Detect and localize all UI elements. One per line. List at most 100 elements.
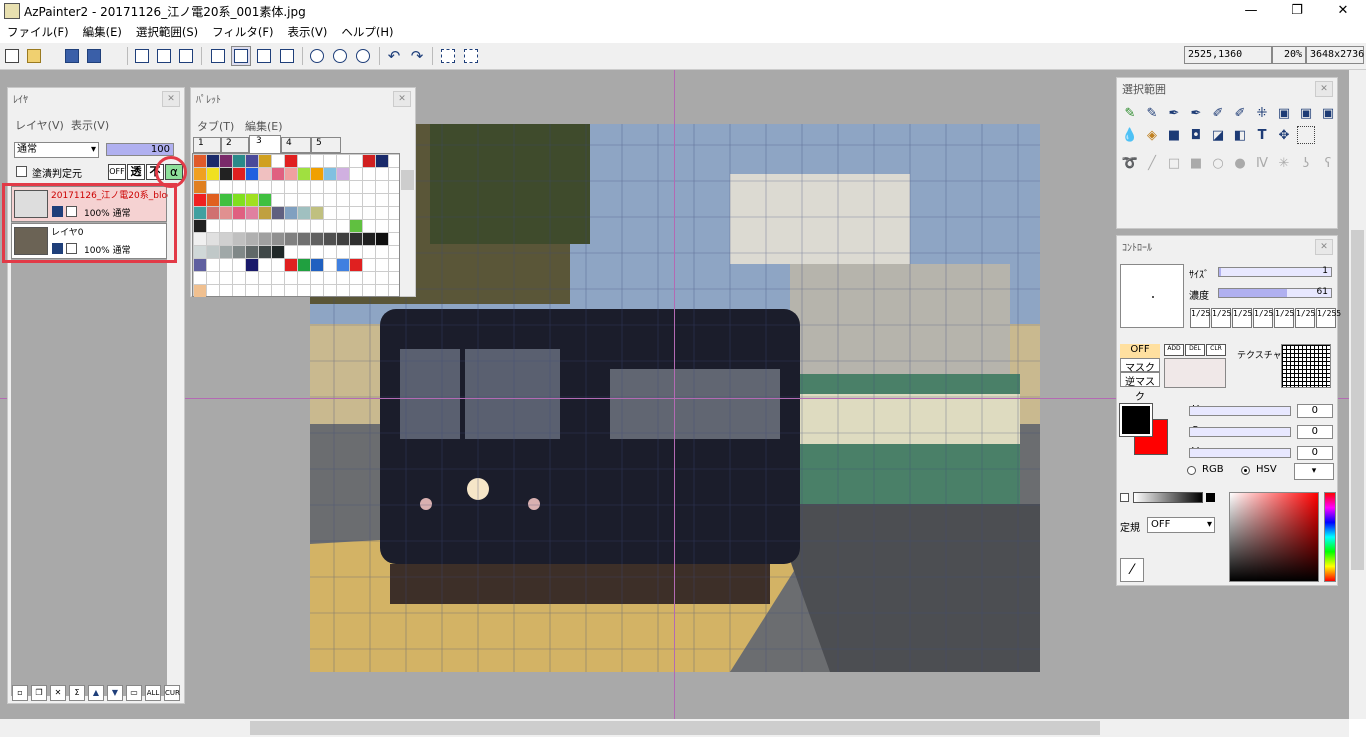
move-up-icon[interactable]: ▲ — [88, 685, 104, 701]
curve-icon[interactable]: ʕ — [1319, 154, 1337, 172]
preset-button[interactable]: 1/255 — [1232, 308, 1257, 328]
layer-menu[interactable]: レイヤ(V) — [15, 117, 64, 133]
select-all-icon[interactable] — [438, 46, 458, 66]
hue-bar[interactable] — [1324, 492, 1336, 582]
move-down-icon[interactable]: ▼ — [107, 685, 123, 701]
menu-view[interactable]: 表示(V) — [280, 22, 334, 42]
layer-copy-icon[interactable]: ▣ — [1319, 104, 1337, 122]
close-button[interactable]: ✕ — [1320, 0, 1366, 22]
fit-icon[interactable] — [277, 46, 297, 66]
burst-icon[interactable]: ✳ — [1275, 154, 1293, 172]
brush-icon[interactable]: ✒ — [1165, 104, 1183, 122]
delete-layer-icon[interactable]: ✕ — [50, 685, 66, 701]
mask-del-button[interactable]: DEL — [1185, 344, 1205, 356]
layer-panel-close-button[interactable]: ✕ — [162, 91, 180, 107]
ellipse-icon[interactable]: ○ — [1209, 154, 1227, 172]
menu-file[interactable]: ファイル(F) — [0, 22, 76, 42]
palette-edit-menu[interactable]: 編集(E) — [245, 118, 283, 134]
copy-layer-icon[interactable]: ❐ — [31, 685, 47, 701]
layer-t-icon[interactable] — [132, 46, 152, 66]
hue-slider[interactable] — [1189, 406, 1291, 416]
gradient-icon[interactable]: ◧ — [1231, 126, 1249, 144]
layer-t2-icon[interactable] — [176, 46, 196, 66]
redo-icon[interactable]: ↷ — [407, 46, 427, 66]
rgb-radio[interactable] — [1187, 466, 1196, 475]
preset-button[interactable]: 1/255 — [1190, 308, 1215, 328]
palette-tab-1[interactable]: 1 — [193, 137, 221, 153]
off-button[interactable]: OFF — [108, 164, 126, 180]
selection-panel-close-button[interactable]: ✕ — [1315, 81, 1333, 97]
grid-cross-icon[interactable] — [208, 46, 228, 66]
mask-button[interactable]: マスク — [1120, 358, 1160, 374]
minimize-button[interactable]: — — [1228, 0, 1274, 22]
pen-icon[interactable]: ✎ — [1121, 104, 1139, 122]
fill-icon[interactable]: 💧 — [1121, 126, 1139, 144]
deselect-icon[interactable] — [461, 46, 481, 66]
size-slider[interactable]: 1 — [1218, 266, 1332, 277]
layer-props-icon[interactable]: ▭ — [126, 685, 142, 701]
spline-icon[interactable]: ʖ — [1297, 154, 1315, 172]
polyline-icon[interactable]: Ⅳ — [1253, 154, 1271, 172]
line-icon[interactable]: ╱ — [1143, 154, 1161, 172]
save-icon[interactable] — [62, 46, 82, 66]
preset-button[interactable]: 1/255 — [1274, 308, 1299, 328]
value-slider[interactable] — [1189, 448, 1291, 458]
gray-black-swatch[interactable] — [1206, 493, 1215, 502]
rect-icon[interactable]: □ — [1165, 154, 1183, 172]
preset-button[interactable]: 1/255 — [1253, 308, 1278, 328]
zoom-out-icon[interactable] — [353, 46, 373, 66]
palette-tab-menu[interactable]: タブ(T) — [197, 118, 234, 134]
color-mode-dropdown[interactable]: ▾ — [1294, 463, 1334, 480]
freehand-icon[interactable]: ➰ — [1121, 154, 1139, 172]
color-picker-square[interactable] — [1229, 492, 1319, 582]
grid-pattern-icon[interactable] — [231, 46, 251, 66]
preset-button[interactable]: 1/255 — [1211, 308, 1236, 328]
control-panel-close-button[interactable]: ✕ — [1315, 239, 1333, 255]
texture-preview[interactable] — [1281, 344, 1331, 388]
vertical-scroll-thumb[interactable] — [1351, 230, 1364, 570]
menu-help[interactable]: ヘルプ(H) — [334, 22, 400, 42]
menu-filter[interactable]: フィルタ(F) — [205, 22, 280, 42]
blur-icon[interactable]: ✐ — [1231, 104, 1249, 122]
airbrush-icon[interactable]: ✒ — [1187, 104, 1205, 122]
new-layer-icon[interactable]: ▫ — [12, 685, 28, 701]
shape-fill-icon[interactable]: ■ — [1165, 126, 1183, 144]
open-file-icon[interactable] — [24, 46, 44, 66]
palette-tab-5[interactable]: 5 — [311, 137, 341, 153]
mask-clr-button[interactable]: CLR — [1206, 344, 1226, 356]
palette-tab-3[interactable]: 3 — [249, 135, 281, 153]
palette-grid[interactable] — [192, 153, 400, 297]
ellipse-fill-icon[interactable]: ● — [1231, 154, 1249, 172]
preset-button[interactable]: 1/255 — [1316, 308, 1341, 328]
opacity-slider[interactable]: 100 — [106, 143, 174, 156]
mask-add-button[interactable]: ADD — [1164, 344, 1184, 356]
gray-gradient-bar[interactable] — [1133, 492, 1203, 503]
palette-tab-2[interactable]: 2 — [221, 137, 249, 153]
rect-fill-icon[interactable]: ■ — [1187, 154, 1205, 172]
fill-source-checkbox[interactable] — [16, 166, 27, 177]
layer-up-icon[interactable]: ▣ — [1275, 104, 1293, 122]
paint-bucket-icon[interactable]: ◈ — [1143, 126, 1161, 144]
mask-off-button[interactable]: OFF — [1120, 344, 1160, 358]
eyedropper-icon[interactable]: ⁄ — [1120, 558, 1144, 582]
new-file-icon[interactable] — [2, 46, 22, 66]
pencil-icon[interactable]: ✎ — [1143, 104, 1161, 122]
layer-down-icon[interactable]: ▣ — [1297, 104, 1315, 122]
value-input[interactable]: 0 — [1297, 446, 1333, 460]
zoom-icon[interactable] — [307, 46, 327, 66]
grid-icon[interactable] — [254, 46, 274, 66]
palette-panel-close-button[interactable]: ✕ — [393, 91, 411, 107]
move-tool-icon[interactable]: ✥ — [1275, 126, 1293, 144]
palette-scroll-thumb[interactable] — [401, 170, 414, 190]
foreground-color-swatch[interactable] — [1119, 403, 1153, 437]
blend-mode-select[interactable]: 通常 ▾ — [14, 142, 99, 158]
zoom-in-icon[interactable] — [330, 46, 350, 66]
saturation-input[interactable]: 0 — [1297, 425, 1333, 439]
density-slider[interactable]: 61 — [1218, 287, 1332, 298]
inverse-mask-button[interactable]: 逆マスク — [1120, 372, 1160, 403]
undo-icon[interactable]: ↶ — [384, 46, 404, 66]
palette-tab-4[interactable]: 4 — [281, 137, 311, 153]
menu-selection[interactable]: 選択範囲(S) — [129, 22, 205, 42]
stamp-icon[interactable]: ◪ — [1209, 126, 1227, 144]
watercolor-icon[interactable]: ✐ — [1209, 104, 1227, 122]
